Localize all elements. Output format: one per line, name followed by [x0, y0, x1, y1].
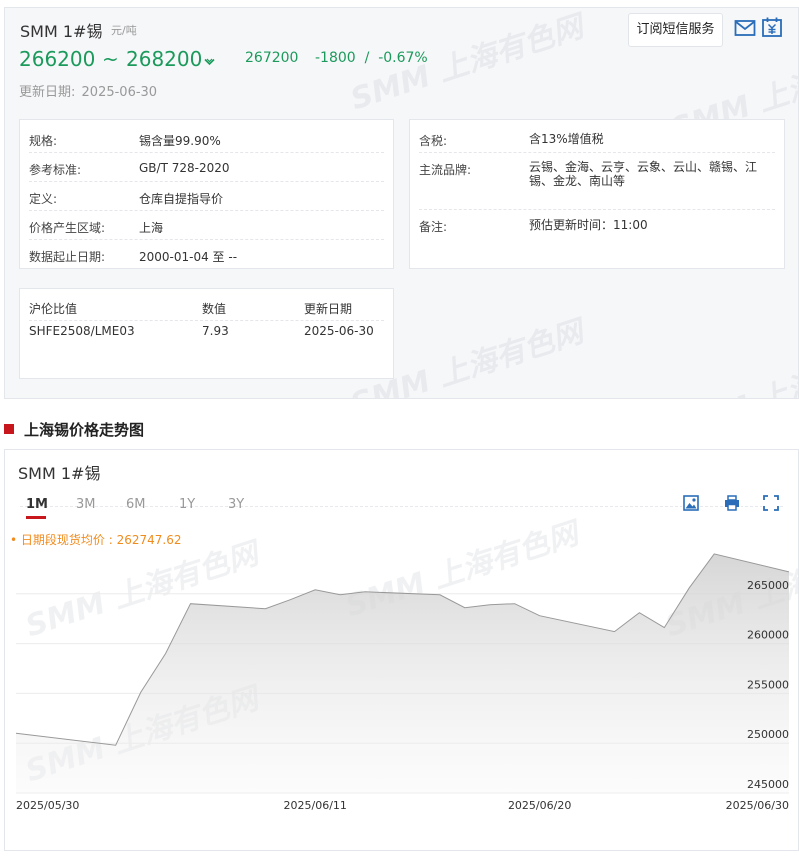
- spec-value: 云锡、金海、云亨、云象、云山、赣锡、江锡、金龙、南山等: [529, 160, 758, 188]
- spec-value: 预估更新时间：11:00: [529, 218, 648, 232]
- y-tick-label: 245000: [747, 778, 789, 791]
- spec-value: 仓库自提指导价: [139, 192, 224, 206]
- spec-row: 主流品牌: 云锡、金海、云亨、云象、云山、赣锡、江锡、金龙、南山等: [419, 153, 775, 210]
- spec-key: 规格:: [29, 134, 58, 148]
- spec-key: 价格产生区域:: [29, 221, 106, 235]
- spec-row: 数据起止日期: 2000-01-04 至 --: [29, 240, 384, 269]
- price-trend-chart-card: SMM 上海有色网 SMM 上海有色网 SMM 上海有色网 SMM 上海有色网 …: [4, 449, 799, 851]
- x-tick-label: 2025/06/11: [284, 799, 347, 812]
- spec-key: 参考标准:: [29, 163, 82, 177]
- mail-icon[interactable]: [734, 18, 756, 38]
- update-value: 2025-06-30: [81, 85, 158, 100]
- subscribe-sms-button[interactable]: 订阅短信服务: [628, 13, 723, 47]
- ratio-contract: SHFE2508/LME03: [29, 324, 135, 338]
- x-tick-label: 2025/06/30: [726, 799, 789, 812]
- spec-row: 价格产生区域: 上海: [29, 211, 384, 240]
- price-low: 266200: [19, 47, 96, 71]
- price-high: 268200: [126, 47, 203, 71]
- spec-row: 规格: 锡含量99.90%: [29, 124, 384, 153]
- spec-row: 含税: 含13%增值税: [419, 124, 775, 153]
- spec-value: GB/T 728-2020: [139, 161, 230, 175]
- product-unit: 元/吨: [111, 24, 137, 37]
- spec-value: 2000-01-04 至 --: [139, 250, 238, 264]
- spec-key: 数据起止日期:: [29, 250, 106, 264]
- y-tick-label: 250000: [747, 728, 789, 741]
- x-tick-label: 2025/06/20: [508, 799, 571, 812]
- update-date: 更新日期: 2025-06-30: [19, 81, 157, 100]
- spec-row: 参考标准: GB/T 728-2020: [29, 153, 384, 182]
- ratio-value: 7.93: [202, 324, 229, 338]
- product-title: SMM 1#锡: [20, 22, 103, 41]
- spec-row: 备注: 预估更新时间：11:00: [419, 210, 775, 239]
- ratio-date: 2025-06-30: [304, 324, 374, 338]
- chevron-down-icon: [204, 58, 215, 66]
- spec-value: 含13%增值税: [529, 132, 604, 146]
- spec-key: 备注:: [419, 220, 448, 234]
- price-calendar-icon[interactable]: [761, 16, 783, 38]
- price-trend-chart: 245000 250000 255000 260000 265000 2025/05/3…: [15, 553, 790, 812]
- section-marker: [4, 424, 14, 434]
- ratio-header-name: 沪伦比值: [29, 302, 78, 316]
- y-tick-label: 255000: [747, 678, 789, 691]
- price-info-panel: SMM 上海有色网 SMM 上海有色网 SMM 上海有色网 SMM 上海有色网 …: [4, 7, 799, 399]
- x-tick-label: 2025/05/30: [16, 799, 79, 812]
- spec-key: 定义:: [29, 192, 58, 206]
- spec-table-right: 含税: 含13%增值税 主流品牌: 云锡、金海、云亨、云象、云山、赣锡、江锡、金…: [409, 119, 785, 269]
- section-title: 上海锡价格走势图: [24, 421, 145, 439]
- price-separator: ~: [102, 47, 119, 71]
- ratio-header-value: 数值: [202, 302, 227, 316]
- price-change: -1800 / -0.67%: [315, 50, 428, 66]
- y-tick-label: 265000: [747, 579, 789, 592]
- ratio-header-date: 更新日期: [304, 302, 353, 316]
- price-area-fill: [16, 553, 789, 793]
- watermark: SMM 上海有色网: [667, 339, 799, 399]
- spec-value: 锡含量99.90%: [139, 134, 221, 148]
- average-price: 267200: [245, 50, 299, 66]
- spec-key: 含税:: [419, 134, 448, 148]
- y-tick-label: 260000: [747, 629, 789, 642]
- spec-table-left: 规格: 锡含量99.90% 参考标准: GB/T 728-2020 定义: 仓库…: [19, 119, 394, 269]
- table-row: SHFE2508/LME03 7.93 2025-06-30: [29, 317, 384, 345]
- spec-key: 主流品牌:: [419, 163, 472, 177]
- shfe-lme-ratio-table: 沪伦比值 数值 更新日期 SHFE2508/LME03 7.93 2025-06…: [19, 288, 394, 379]
- spec-value: 上海: [139, 221, 164, 235]
- spec-row: 定义: 仓库自提指导价: [29, 182, 384, 211]
- update-label: 更新日期:: [19, 85, 76, 100]
